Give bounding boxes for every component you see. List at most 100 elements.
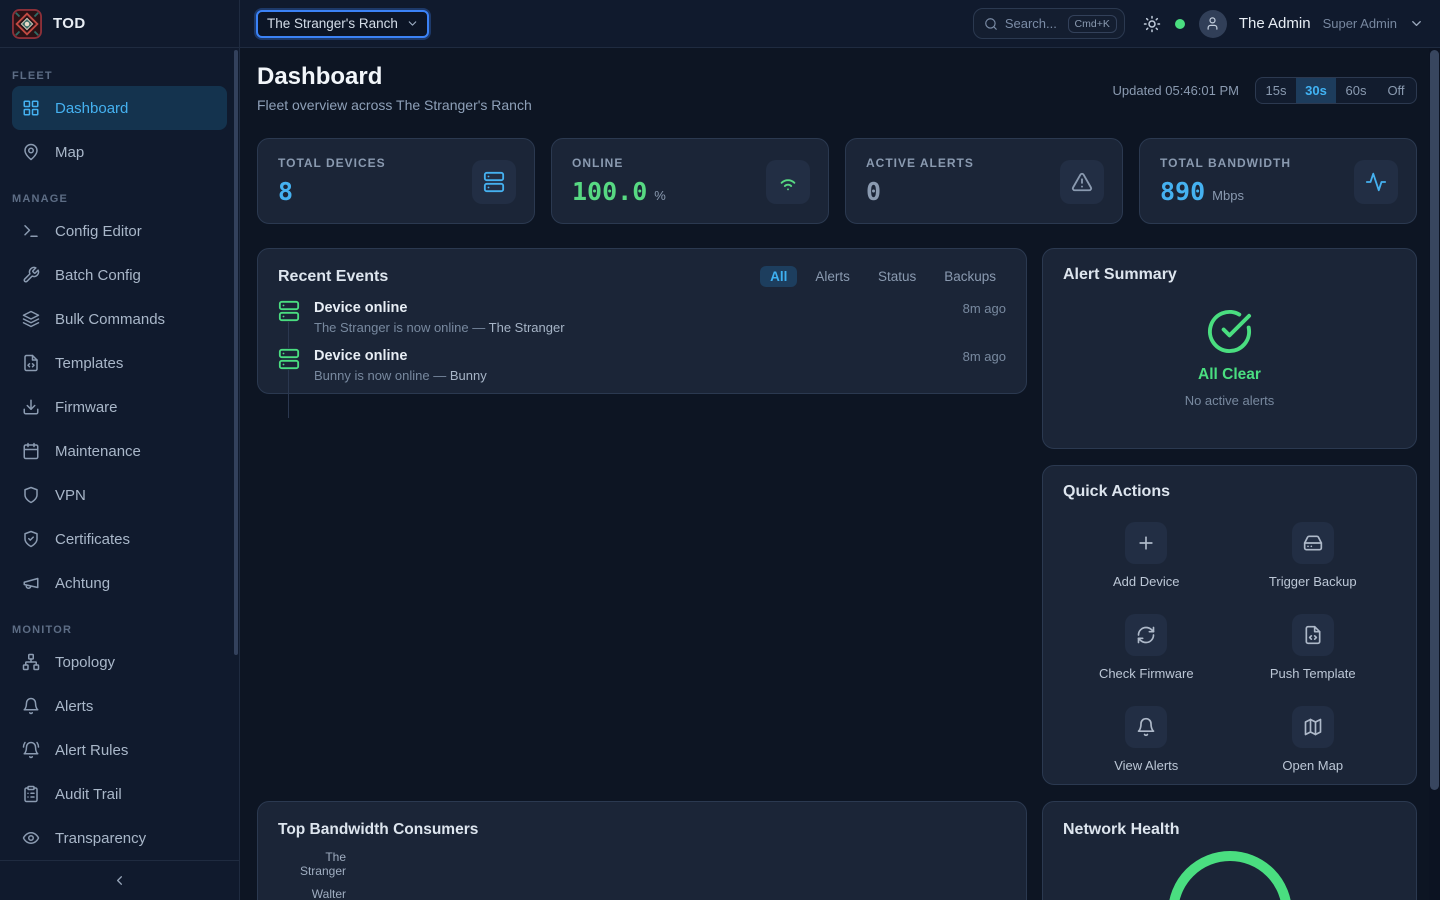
- fleet-selector-dropdown[interactable]: The Stranger's Ranch: [256, 10, 429, 38]
- sidebar-item-label: Topology: [55, 654, 115, 671]
- sidebar-item-label: Transparency: [55, 830, 146, 847]
- top-bar: TOD The Stranger's Ranch Search... Cmd+K…: [0, 0, 1440, 48]
- filter-tab-alerts[interactable]: Alerts: [805, 266, 860, 287]
- event-description: Bunny is now online — Bunny: [314, 368, 1006, 383]
- stat-value: 890: [1160, 177, 1205, 206]
- sidebar-item-maintenance[interactable]: Maintenance: [12, 429, 227, 473]
- sidebar-item-map[interactable]: Map: [12, 130, 227, 174]
- stat-value: 8: [278, 177, 293, 206]
- sidebar-item-alert-rules[interactable]: Alert Rules: [12, 728, 227, 772]
- sidebar-item-label: VPN: [55, 487, 86, 504]
- main-content: Dashboard Fleet overview across The Stra…: [240, 48, 1440, 900]
- quick-action-view-alerts[interactable]: View Alerts: [1063, 706, 1230, 773]
- avatar[interactable]: [1199, 10, 1227, 38]
- recent-events-card: Recent Events All Alerts Status Backups …: [257, 248, 1027, 394]
- stat-icon-tile: [1060, 160, 1104, 204]
- filter-tab-status[interactable]: Status: [868, 266, 926, 287]
- quick-action-label: Trigger Backup: [1269, 574, 1357, 589]
- sidebar-item-label: Achtung: [55, 575, 110, 592]
- sidebar-item-config-editor[interactable]: Config Editor: [12, 209, 227, 253]
- sidebar-scrollbar[interactable]: [234, 50, 238, 655]
- refresh-option-60s[interactable]: 60s: [1336, 78, 1376, 103]
- hard-drive-icon: [1303, 533, 1323, 553]
- event-list-item: Device online 8m ago The Stranger is now…: [278, 300, 1006, 335]
- sidebar-item-label: Dashboard: [55, 100, 128, 117]
- sidebar-item-topology[interactable]: Topology: [12, 640, 227, 684]
- calendar-icon: [22, 442, 40, 460]
- sidebar-item-batch-config[interactable]: Batch Config: [12, 253, 227, 297]
- check-circle-icon: [1206, 308, 1253, 355]
- quick-action-trigger-backup[interactable]: Trigger Backup: [1230, 522, 1397, 589]
- quick-action-label: Open Map: [1282, 758, 1343, 773]
- event-separator: —: [433, 368, 446, 383]
- refresh-option-15s[interactable]: 15s: [1256, 78, 1296, 103]
- alert-status-text: All Clear: [1198, 366, 1261, 384]
- filter-tab-backups[interactable]: Backups: [934, 266, 1006, 287]
- sidebar-item-vpn[interactable]: VPN: [12, 473, 227, 517]
- top-bandwidth-consumers-card: Top Bandwidth Consumers The Stranger Wal…: [257, 801, 1027, 900]
- quick-action-open-map[interactable]: Open Map: [1230, 706, 1397, 773]
- stat-icon-tile: [1354, 160, 1398, 204]
- brand-name: TOD: [53, 15, 86, 32]
- sidebar-item-certificates[interactable]: Certificates: [12, 517, 227, 561]
- network-health-title: Network Health: [1063, 821, 1179, 838]
- sidebar-item-dashboard[interactable]: Dashboard: [12, 86, 227, 130]
- stat-cards-row: TOTAL DEVICES 8 ONLINE 100.0 % ACTIVE AL…: [257, 138, 1417, 224]
- download-icon: [22, 398, 40, 416]
- quick-actions-title: Quick Actions: [1063, 483, 1170, 500]
- quick-action-check-firmware[interactable]: Check Firmware: [1063, 614, 1230, 681]
- event-list-item: Device online 8m ago Bunny is now online…: [278, 348, 1006, 383]
- user-icon: [1205, 16, 1220, 31]
- sidebar-section-fleet: FLEET: [0, 70, 239, 86]
- stat-unit: %: [654, 188, 666, 203]
- megaphone-icon: [22, 574, 40, 592]
- alert-summary-card: Alert Summary All Clear No active alerts: [1042, 248, 1417, 449]
- event-description-text: The Stranger is now online: [314, 320, 469, 335]
- sidebar-item-label: Firmware: [55, 399, 118, 416]
- shield-check-icon: [22, 530, 40, 548]
- sidebar-item-label: Bulk Commands: [55, 311, 165, 328]
- sidebar-item-templates[interactable]: Templates: [12, 341, 227, 385]
- event-time: 8m ago: [963, 349, 1006, 364]
- quick-action-add-device[interactable]: Add Device: [1063, 522, 1230, 589]
- quick-action-push-template[interactable]: Push Template: [1230, 614, 1397, 681]
- sidebar: FLEET Dashboard Map MANAGE Config Editor…: [0, 48, 240, 900]
- sidebar-item-achtung[interactable]: Achtung: [12, 561, 227, 605]
- bandwidth-chart-title: Top Bandwidth Consumers: [278, 821, 478, 838]
- event-title: Device online: [314, 300, 407, 316]
- bar-row: Walter: [278, 883, 1006, 900]
- refresh-option-off[interactable]: Off: [1376, 78, 1416, 103]
- main-scrollbar-thumb[interactable]: [1430, 50, 1439, 790]
- network-health-card: Network Health 100: [1042, 801, 1417, 900]
- sidebar-item-audit-trail[interactable]: Audit Trail: [12, 772, 227, 816]
- page-title: Dashboard: [257, 63, 382, 91]
- connection-status-dot: [1175, 19, 1185, 29]
- quick-action-label: Check Firmware: [1099, 666, 1194, 681]
- sidebar-collapse-button[interactable]: [0, 860, 239, 900]
- sidebar-item-label: Templates: [55, 355, 123, 372]
- search-input[interactable]: Search... Cmd+K: [973, 8, 1125, 39]
- dashboard-icon: [22, 99, 40, 117]
- sidebar-item-transparency[interactable]: Transparency: [12, 816, 227, 860]
- sidebar-item-firmware[interactable]: Firmware: [12, 385, 227, 429]
- stat-card-total-bandwidth: TOTAL BANDWIDTH 890 Mbps: [1139, 138, 1417, 224]
- sidebar-item-bulk-commands[interactable]: Bulk Commands: [12, 297, 227, 341]
- filter-tab-all[interactable]: All: [760, 266, 797, 287]
- sidebar-item-alerts[interactable]: Alerts: [12, 684, 227, 728]
- stat-icon-tile: [766, 160, 810, 204]
- refresh-controls: Updated 05:46:01 PM 15s 30s 60s Off: [1113, 77, 1417, 104]
- search-placeholder: Search...: [1005, 16, 1061, 31]
- bell-icon: [1136, 717, 1156, 737]
- bell-ring-icon: [22, 741, 40, 759]
- chevron-down-icon: [406, 17, 419, 30]
- main-scrollbar-track[interactable]: [1429, 48, 1440, 900]
- stat-value: 0: [866, 177, 881, 206]
- user-menu-chevron-icon[interactable]: [1409, 16, 1424, 31]
- theme-toggle-sun-icon[interactable]: [1143, 15, 1161, 33]
- plus-icon: [1136, 533, 1156, 553]
- event-filter-tabs: All Alerts Status Backups: [760, 266, 1006, 287]
- event-time: 8m ago: [963, 301, 1006, 316]
- network-health-score: 100: [1204, 897, 1255, 900]
- refresh-option-30s[interactable]: 30s: [1296, 78, 1336, 103]
- alert-summary-title: Alert Summary: [1063, 266, 1396, 284]
